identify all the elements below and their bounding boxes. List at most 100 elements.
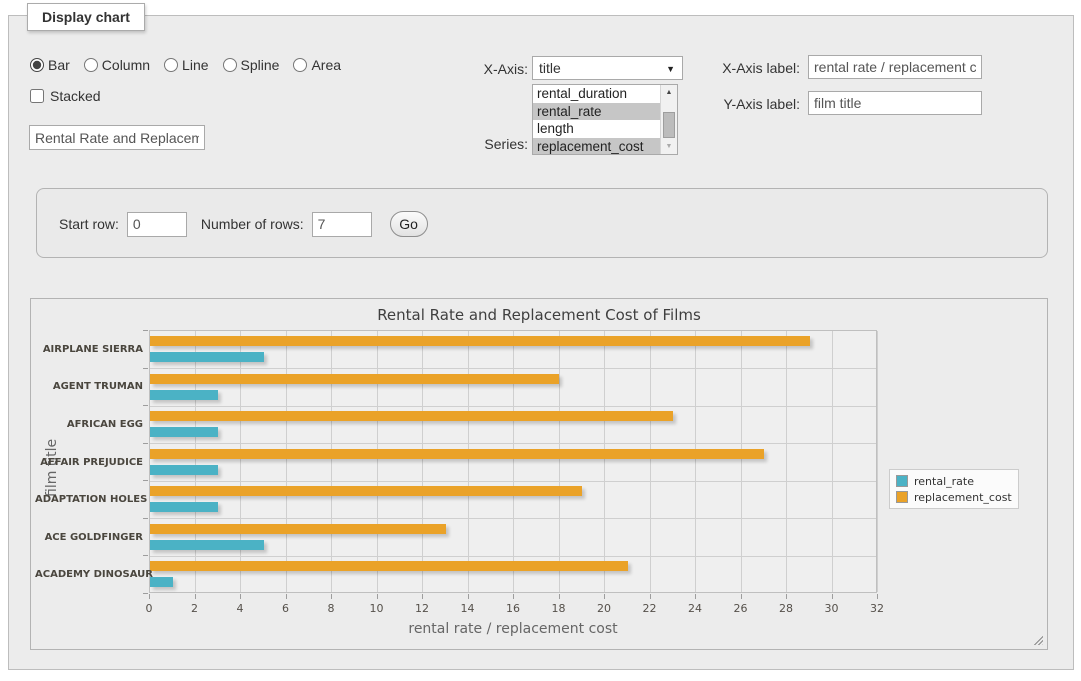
num-rows-input[interactable]: [312, 212, 372, 237]
vertical-gridline: [513, 331, 514, 592]
vertical-gridline: [559, 331, 560, 592]
x-axis-label-input[interactable]: [808, 55, 982, 79]
bar-replacement_cost: [150, 411, 673, 421]
bar-rental_rate: [150, 540, 264, 550]
chart-type-radio-line[interactable]: [164, 58, 178, 72]
legend-label: rental_rate: [914, 475, 974, 488]
chart-type-option-spline[interactable]: Spline: [223, 57, 280, 73]
x-axis-select[interactable]: title ▼: [532, 56, 683, 80]
vertical-gridline: [422, 331, 423, 592]
x-tick-label: 2: [191, 602, 198, 615]
chart-type-option-bar[interactable]: Bar: [30, 57, 70, 73]
x-tick-mark: [877, 594, 878, 599]
x-tick-label: 24: [688, 602, 702, 615]
bar-replacement_cost: [150, 561, 628, 571]
scrollbar-thumb[interactable]: [663, 112, 675, 138]
x-tick-label: 8: [328, 602, 335, 615]
start-row-label: Start row:: [59, 216, 119, 232]
vertical-gridline: [695, 331, 696, 592]
chart-type-radio-group: Bar Column Line Spline Area: [30, 57, 349, 73]
horizontal-gridline: [150, 443, 876, 444]
vertical-gridline: [604, 331, 605, 592]
y-tick-mark: [143, 593, 148, 594]
bar-rental_rate: [150, 502, 218, 512]
chart-type-radio-label: Line: [182, 57, 208, 73]
bar-rental_rate: [150, 465, 218, 475]
chart-type-radio-area[interactable]: [293, 58, 307, 72]
x-tick-label: 10: [370, 602, 384, 615]
x-tick-mark: [195, 594, 196, 599]
x-tick-mark: [559, 594, 560, 599]
chart-type-radio-bar[interactable]: [30, 58, 44, 72]
legend-swatch-replacement_cost: [896, 491, 908, 503]
x-axis-select-label: X-Axis:: [452, 61, 528, 77]
stacked-label[interactable]: Stacked: [50, 88, 101, 104]
chart-type-radio-label: Spline: [241, 57, 280, 73]
scroll-down-icon[interactable]: ▼: [661, 139, 677, 154]
x-tick-mark: [513, 594, 514, 599]
series-listbox[interactable]: rental_durationrental_ratelengthreplacem…: [532, 84, 678, 155]
plot-area: [149, 330, 877, 593]
chart-type-radio-column[interactable]: [84, 58, 98, 72]
series-scrollbar[interactable]: ▲ ▼: [660, 85, 677, 154]
y-category-label: AIRPLANE SIERRA: [35, 344, 143, 355]
chart-type-option-area[interactable]: Area: [293, 57, 341, 73]
bar-replacement_cost: [150, 449, 764, 459]
legend-label: replacement_cost: [914, 491, 1012, 504]
x-tick-mark: [650, 594, 651, 599]
vertical-gridline: [240, 331, 241, 592]
go-button[interactable]: Go: [390, 211, 428, 237]
y-tick-mark: [143, 405, 148, 406]
x-tick-label: 28: [779, 602, 793, 615]
x-tick-label: 30: [825, 602, 839, 615]
series-option-replacement_cost[interactable]: replacement_cost: [533, 138, 660, 156]
resize-handle-icon[interactable]: [1032, 634, 1043, 645]
start-row-input[interactable]: [127, 212, 187, 237]
x-tick-label: 12: [415, 602, 429, 615]
x-tick-mark: [468, 594, 469, 599]
x-axis-field-label: X-Axis label:: [718, 60, 800, 76]
chart-type-option-column[interactable]: Column: [84, 57, 150, 73]
chart-type-radio-label: Column: [102, 57, 150, 73]
x-tick-label: 26: [734, 602, 748, 615]
x-tick-mark: [377, 594, 378, 599]
y-axis-label-input[interactable]: [808, 91, 982, 115]
series-option-length[interactable]: length: [533, 120, 660, 138]
chart-type-radio-spline[interactable]: [223, 58, 237, 72]
legend-row: rental_rate: [896, 473, 1012, 489]
vertical-gridline: [195, 331, 196, 592]
x-tick-label: 6: [282, 602, 289, 615]
chart-title-input[interactable]: [29, 125, 205, 150]
legend-row: replacement_cost: [896, 489, 1012, 505]
series-label: Series:: [452, 136, 528, 152]
y-category-label: ACE GOLDFINGER: [35, 532, 143, 543]
rows-panel: Start row: Number of rows: Go: [36, 188, 1048, 258]
fieldset-legend: Display chart: [27, 3, 145, 31]
scroll-up-icon[interactable]: ▲: [661, 85, 677, 100]
vertical-gridline: [786, 331, 787, 592]
bar-replacement_cost: [150, 374, 559, 384]
x-tick-label: 20: [597, 602, 611, 615]
y-tick-mark: [143, 443, 148, 444]
series-option-rental_duration[interactable]: rental_duration: [533, 85, 660, 103]
y-tick-mark: [143, 330, 148, 331]
y-tick-mark: [143, 480, 148, 481]
bar-rental_rate: [150, 352, 264, 362]
bar-rental_rate: [150, 427, 218, 437]
stacked-row: Stacked: [30, 88, 101, 104]
x-tick-label: 22: [643, 602, 657, 615]
bar-replacement_cost: [150, 336, 810, 346]
stacked-checkbox[interactable]: [30, 89, 44, 103]
x-tick-mark: [331, 594, 332, 599]
vertical-gridline: [286, 331, 287, 592]
vertical-gridline: [832, 331, 833, 592]
chart-x-axis-label: rental rate / replacement cost: [149, 621, 877, 637]
chart-container: Rental Rate and Replacement Cost of Film…: [30, 298, 1048, 650]
chart-type-option-line[interactable]: Line: [164, 57, 208, 73]
chevron-down-icon: ▼: [666, 64, 675, 74]
series-options: rental_durationrental_ratelengthreplacem…: [533, 85, 660, 155]
x-tick-mark: [240, 594, 241, 599]
x-tick-mark: [695, 594, 696, 599]
series-option-rental_rate[interactable]: rental_rate: [533, 103, 660, 121]
vertical-gridline: [468, 331, 469, 592]
